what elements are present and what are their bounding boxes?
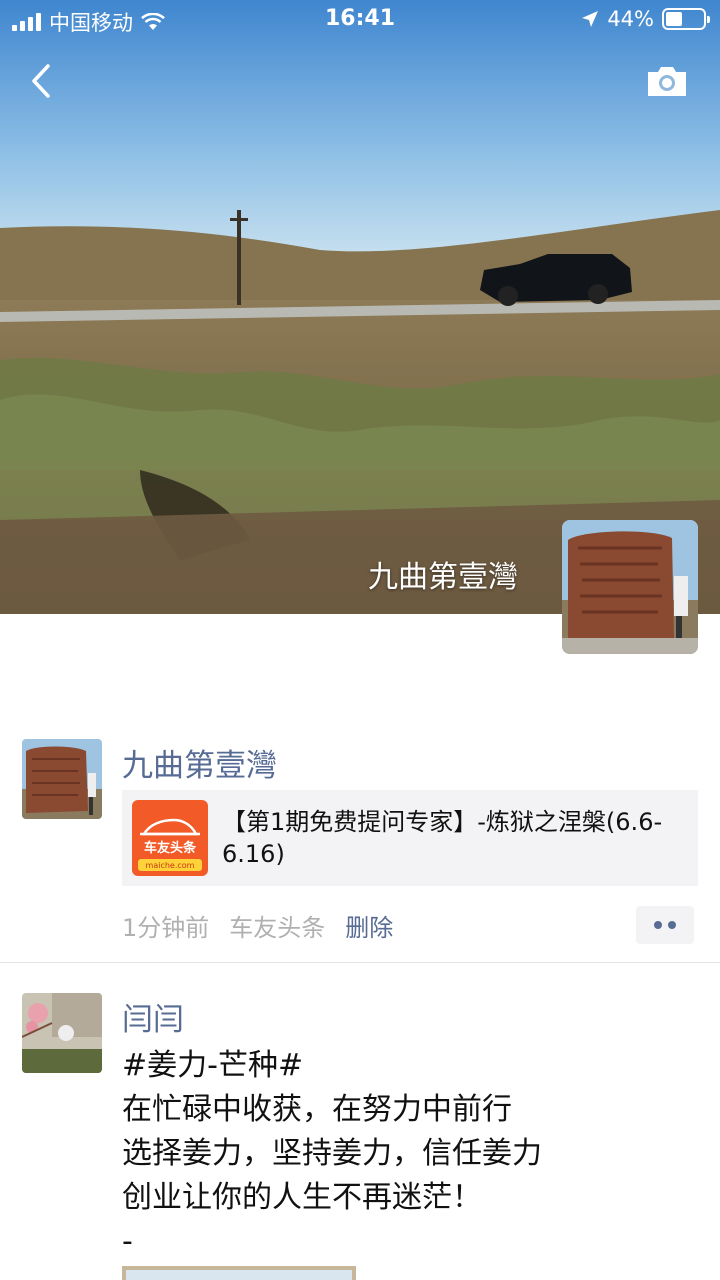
back-button[interactable]	[22, 58, 62, 104]
logo-text: 车友头条	[144, 840, 197, 856]
avatar-image	[22, 993, 102, 1073]
camera-icon	[648, 67, 686, 96]
post-source: 车友头条	[229, 914, 326, 942]
post-image[interactable]	[122, 1266, 356, 1280]
location-arrow-icon	[582, 11, 599, 27]
link-thumbnail: 车友头条 maiche.com	[132, 800, 208, 876]
dot-icon	[668, 921, 676, 929]
post-text: #姜力-芒种# 在忙碌中收获，在努力中前行 选择姜力，坚持姜力，信任姜力 创业让…	[122, 1048, 542, 1259]
status-right: 44%	[581, 7, 710, 31]
cover-user-name: 九曲第壹灣	[368, 560, 518, 595]
battery-percent: 44%	[607, 7, 654, 31]
avatar-image	[22, 739, 102, 819]
post-meta: 1分钟前 车友头条 删除	[122, 908, 393, 943]
chevron-left-icon	[32, 64, 50, 98]
post-user-name[interactable]: 闫闫	[122, 994, 184, 1039]
battery-level	[666, 12, 682, 26]
delete-link[interactable]: 删除	[345, 908, 393, 943]
camera-button[interactable]	[646, 64, 688, 98]
battery-icon	[662, 8, 710, 30]
chexiu-logo-icon: 车友头条 maiche.com	[132, 800, 208, 876]
post-avatar[interactable]	[22, 739, 102, 819]
post-divider	[0, 962, 720, 963]
post-time: 1分钟前	[122, 914, 210, 942]
link-title: 【第1期免费提问专家】-炼狱之涅槃(6.6-6.16)	[222, 808, 663, 868]
post-avatar[interactable]	[22, 993, 102, 1073]
cover-avatar[interactable]	[562, 520, 698, 654]
post-user-name[interactable]: 九曲第壹灣	[122, 740, 277, 785]
logo-subtext: maiche.com	[146, 861, 195, 870]
dot-icon	[654, 921, 662, 929]
link-card[interactable]: 车友头条 maiche.com 【第1期免费提问专家】-炼狱之涅槃(6.6-6.…	[122, 790, 698, 886]
more-actions-button[interactable]	[636, 906, 694, 944]
status-bar: 中国移动 16:41 44%	[0, 0, 720, 40]
avatar-image	[562, 520, 698, 654]
